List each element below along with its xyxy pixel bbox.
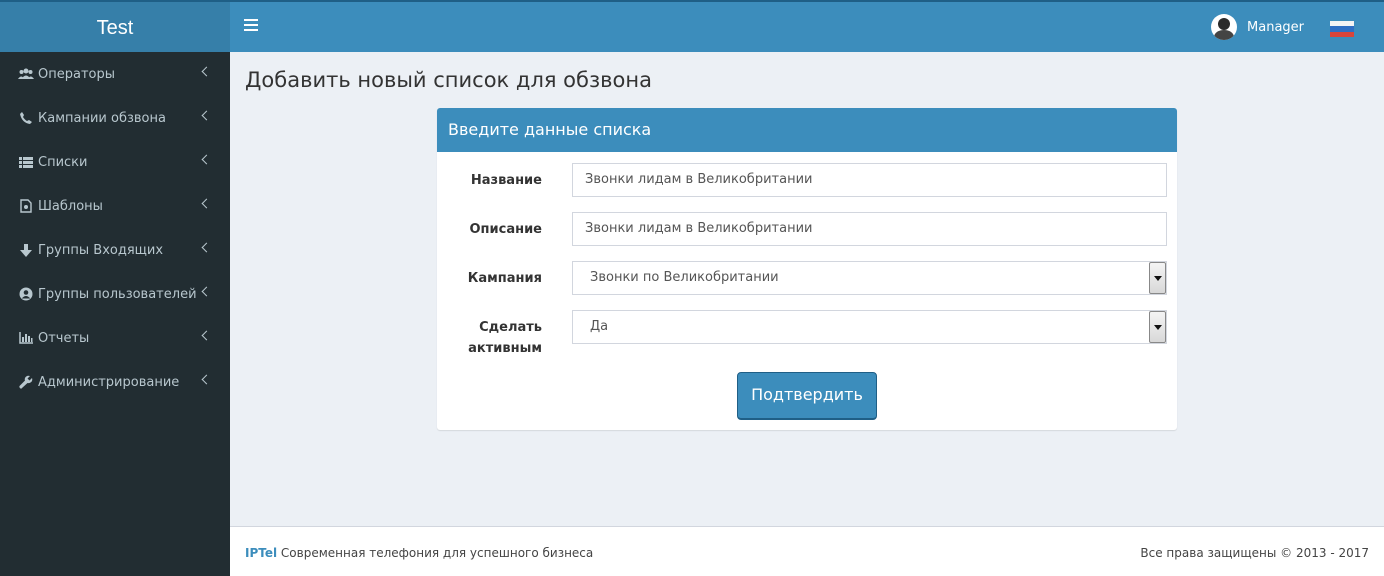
active-selected-value: Да	[590, 319, 609, 334]
arrow-down-icon	[18, 243, 34, 257]
user-menu[interactable]: Manager	[1211, 14, 1304, 40]
users-icon	[18, 67, 34, 81]
chevron-left-icon	[201, 198, 212, 209]
user-name: Manager	[1247, 19, 1304, 35]
active-select[interactable]: Да	[572, 310, 1167, 344]
chevron-down-icon[interactable]	[1149, 311, 1166, 343]
sidebar-item-label: Шаблоны	[38, 198, 103, 214]
sidebar-item-operators[interactable]: Операторы	[0, 52, 230, 96]
sidebar-item-label: Группы Входящих	[38, 242, 164, 258]
footer-copyright: Все права защищены © 2013 - 2017	[1140, 546, 1369, 560]
avatar	[1211, 14, 1238, 40]
chevron-down-icon[interactable]	[1149, 262, 1166, 294]
active-label-line1: Сделать	[479, 320, 542, 335]
footer: IPTel Современная телефония для успешног…	[230, 526, 1384, 576]
app-logo[interactable]: Test	[0, 0, 230, 52]
sidebar-item-label: Кампании обзвона	[38, 110, 166, 126]
chevron-left-icon	[201, 110, 212, 121]
submit-button[interactable]: Подтвердить	[737, 372, 877, 420]
chevron-left-icon	[201, 374, 212, 385]
sidebar-item-label: Отчеты	[38, 330, 90, 346]
chevron-left-icon	[201, 154, 212, 165]
footer-tagline: IPTel Современная телефония для успешног…	[245, 546, 593, 560]
sidebar-item-templates[interactable]: Шаблоны	[0, 184, 230, 228]
sidebar-item-label: Администрирование	[38, 374, 180, 390]
page-title: Добавить новый список для обзвона	[245, 68, 652, 92]
campaign-label: Кампания	[467, 271, 542, 286]
sidebar-item-administration[interactable]: Администрирование	[0, 360, 230, 404]
sidebar-item-label: Операторы	[38, 66, 115, 82]
campaign-select[interactable]: Звонки по Великобритании	[572, 261, 1167, 295]
file-icon	[18, 199, 34, 213]
list-icon	[18, 155, 34, 169]
sidebar-item-label: Группы пользователей	[38, 286, 197, 302]
chevron-left-icon	[201, 242, 212, 253]
sidebar-item-inbound-groups[interactable]: Группы Входящих	[0, 228, 230, 272]
chevron-left-icon	[201, 330, 212, 341]
campaign-selected-value: Звонки по Великобритании	[590, 270, 779, 285]
bar-chart-icon	[18, 331, 34, 345]
phone-icon	[18, 111, 34, 125]
sidebar-item-reports[interactable]: Отчеты	[0, 316, 230, 360]
sidebar-item-user-groups[interactable]: Группы пользователей	[0, 272, 230, 316]
sidebar-item-lists[interactable]: Списки	[0, 140, 230, 184]
name-label: Название	[470, 173, 542, 188]
chevron-left-icon	[201, 66, 212, 77]
description-input[interactable]: Звонки лидам в Великобритании	[572, 212, 1167, 246]
description-label: Описание	[469, 222, 542, 237]
name-input[interactable]: Звонки лидам в Великобритании	[572, 163, 1167, 197]
wrench-icon	[18, 375, 34, 389]
sidebar-item-label: Списки	[38, 154, 88, 170]
flag-icon[interactable]	[1330, 21, 1354, 37]
user-circle-icon	[18, 287, 34, 301]
footer-tagline-text: Современная телефония для успешного бизн…	[277, 546, 594, 560]
sidebar-item-campaigns[interactable]: Кампании обзвона	[0, 96, 230, 140]
active-label-line2: активным	[468, 341, 542, 356]
footer-brand-link[interactable]: IPTel	[245, 546, 277, 560]
list-form-box: Введите данные списка Название Звонки ли…	[437, 108, 1177, 430]
active-label: Сделать активным	[422, 317, 542, 359]
chevron-left-icon	[201, 286, 212, 297]
sidebar: Операторы Кампании обзвона Списки Шаблон…	[0, 52, 230, 576]
hamburger-icon[interactable]	[244, 19, 258, 33]
top-navbar: Manager	[230, 0, 1384, 52]
form-header: Введите данные списка	[437, 108, 1177, 152]
